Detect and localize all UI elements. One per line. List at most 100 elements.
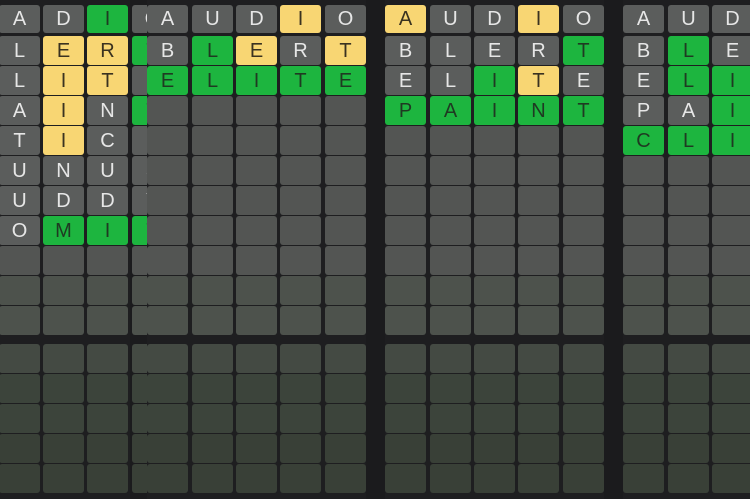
empty-tile — [712, 404, 750, 433]
letter-tile: U — [0, 156, 40, 185]
letter-tile: C — [623, 126, 664, 155]
letter-tile: D — [236, 5, 277, 33]
empty-tile — [325, 186, 366, 215]
empty-tile — [430, 344, 471, 373]
empty-tile — [518, 464, 559, 493]
empty-tile — [563, 276, 604, 305]
letter-tile: U — [430, 5, 471, 33]
empty-tile — [280, 186, 321, 215]
empty-tile — [518, 126, 559, 155]
empty-tile — [192, 216, 233, 245]
empty-tile — [712, 344, 750, 373]
empty-tile — [474, 216, 515, 245]
empty-tile — [147, 96, 188, 125]
empty-tile — [325, 156, 366, 185]
empty-tile — [385, 434, 426, 463]
empty-tile — [518, 276, 559, 305]
letter-tile: I — [712, 96, 750, 125]
empty-tile — [192, 96, 233, 125]
empty-tile — [87, 246, 128, 275]
empty-tile — [474, 306, 515, 335]
empty-tile — [192, 434, 233, 463]
letter-tile: R — [87, 36, 128, 65]
letter-tile: L — [430, 66, 471, 95]
empty-tile — [43, 374, 84, 403]
letter-tile: A — [147, 5, 188, 33]
empty-tile — [563, 374, 604, 403]
empty-tile — [623, 434, 664, 463]
letter-tile: E — [325, 66, 366, 95]
letter-tile: L — [668, 66, 709, 95]
empty-tile — [147, 374, 188, 403]
empty-tile — [236, 464, 277, 493]
empty-tile — [87, 404, 128, 433]
letter-tile: O — [325, 5, 366, 33]
empty-tile — [147, 464, 188, 493]
empty-tile — [712, 306, 750, 335]
empty-tile — [43, 464, 84, 493]
letter-tile: I — [474, 96, 515, 125]
empty-tile — [385, 374, 426, 403]
empty-tile — [430, 246, 471, 275]
empty-tile — [280, 126, 321, 155]
empty-tile — [0, 404, 40, 433]
empty-tile — [43, 306, 84, 335]
empty-tile — [280, 246, 321, 275]
empty-tile — [668, 434, 709, 463]
empty-tile — [712, 276, 750, 305]
empty-tile — [712, 374, 750, 403]
letter-tile: C — [87, 126, 128, 155]
empty-tile — [474, 276, 515, 305]
letter-tile: T — [325, 36, 366, 65]
empty-tile — [192, 186, 233, 215]
empty-tile — [192, 276, 233, 305]
empty-tile — [385, 306, 426, 335]
empty-tile — [325, 96, 366, 125]
letter-tile: T — [518, 66, 559, 95]
empty-tile — [43, 404, 84, 433]
empty-tile — [236, 404, 277, 433]
letter-tile: I — [87, 216, 128, 245]
empty-tile — [236, 216, 277, 245]
empty-tile — [623, 276, 664, 305]
empty-tile — [43, 246, 84, 275]
empty-tile — [43, 276, 84, 305]
empty-tile — [236, 434, 277, 463]
empty-tile — [147, 434, 188, 463]
empty-tile — [518, 344, 559, 373]
letter-tile: T — [563, 36, 604, 65]
empty-tile — [430, 464, 471, 493]
empty-tile — [280, 276, 321, 305]
empty-tile — [385, 216, 426, 245]
empty-tile — [147, 186, 188, 215]
letter-tile: E — [563, 66, 604, 95]
empty-tile — [385, 464, 426, 493]
empty-tile — [325, 216, 366, 245]
empty-tile — [147, 216, 188, 245]
empty-tile — [668, 344, 709, 373]
empty-tile — [430, 404, 471, 433]
letter-tile: M — [43, 216, 84, 245]
empty-tile — [430, 306, 471, 335]
letter-tile: U — [668, 5, 709, 33]
empty-tile — [518, 434, 559, 463]
empty-tile — [430, 156, 471, 185]
letter-tile: T — [87, 66, 128, 95]
letter-tile: A — [430, 96, 471, 125]
letter-tile: E — [43, 36, 84, 65]
letter-tile: P — [385, 96, 426, 125]
empty-tile — [518, 374, 559, 403]
letter-tile: E — [623, 66, 664, 95]
letter-tile: I — [87, 5, 128, 33]
empty-tile — [236, 126, 277, 155]
letter-tile: L — [0, 66, 40, 95]
empty-tile — [430, 374, 471, 403]
empty-tile — [623, 246, 664, 275]
empty-tile — [385, 246, 426, 275]
empty-tile — [0, 434, 40, 463]
empty-tile — [474, 344, 515, 373]
empty-tile — [668, 186, 709, 215]
empty-tile — [192, 156, 233, 185]
letter-tile: I — [518, 5, 559, 33]
empty-tile — [518, 186, 559, 215]
